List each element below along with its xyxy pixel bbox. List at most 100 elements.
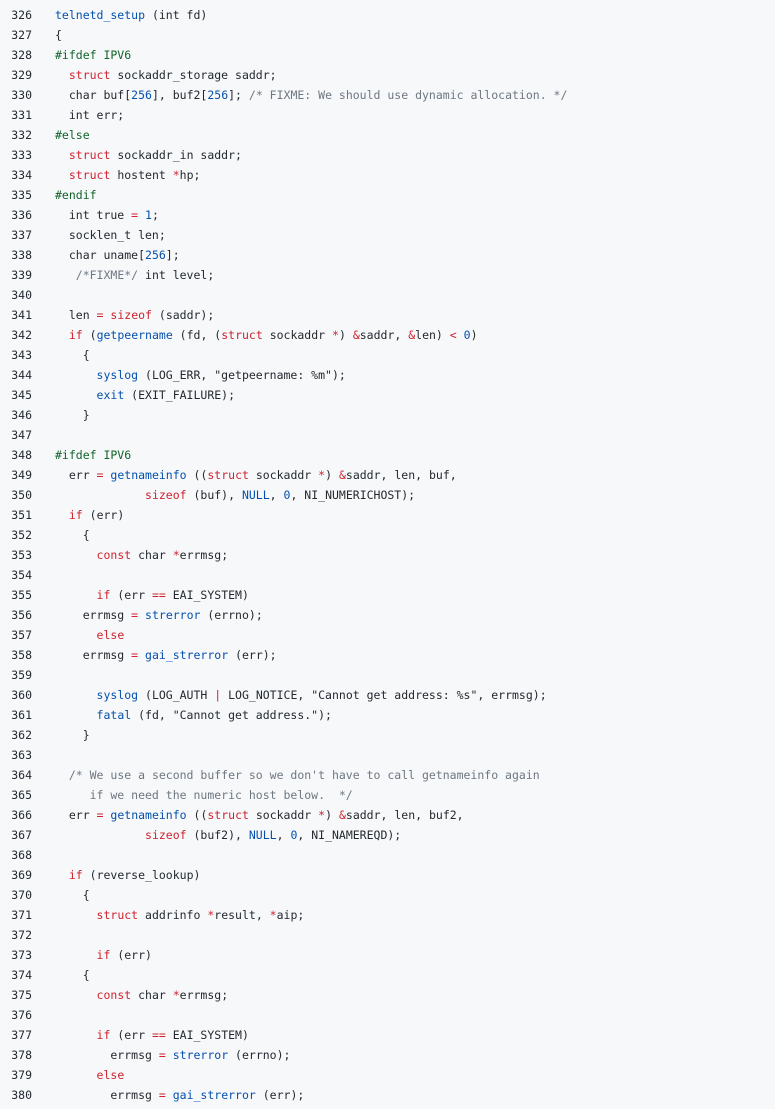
code-line: 373 if (err) — [0, 945, 775, 965]
line-number: 367 — [11, 828, 32, 842]
code-line: 345 exit (EXIT_FAILURE); — [0, 385, 775, 405]
line-number: 377 — [11, 1028, 32, 1042]
line-number: 338 — [11, 248, 32, 262]
code-token: syslog — [96, 688, 139, 702]
code-token: 0 — [463, 328, 471, 342]
code-line: 336 int true = 1; — [0, 205, 775, 225]
line-number: 371 — [11, 908, 32, 922]
code-token: , — [269, 488, 284, 502]
code-token: gai_strerror — [172, 1088, 256, 1102]
code-token: socklen_t len; — [55, 228, 166, 242]
line-number: 335 — [11, 188, 32, 202]
line-number: 353 — [11, 548, 32, 562]
code-token: * — [332, 328, 339, 342]
code-line: 370 { — [0, 885, 775, 905]
line-number: 358 — [11, 648, 32, 662]
line-source: errmsg = strerror (errno); — [32, 605, 263, 625]
code-token: 1 — [145, 208, 152, 222]
code-line: 340 — [0, 285, 775, 305]
code-line: 327 { — [0, 25, 775, 45]
code-token: (reverse_lookup) — [82, 868, 201, 882]
line-number: 369 — [11, 868, 32, 882]
code-line: 328 #ifdef IPV6 — [0, 45, 775, 65]
code-token: getpeername — [96, 328, 173, 342]
line-source: struct sockaddr_in saddr; — [32, 145, 242, 165]
line-source: errmsg = gai_strerror (err); — [32, 1085, 304, 1105]
code-line: 356 errmsg = strerror (errno); — [0, 605, 775, 625]
line-source — [32, 425, 55, 445]
code-token: EAI_SYSTEM) — [165, 588, 249, 602]
code-token: else — [96, 628, 125, 642]
line-source — [32, 845, 55, 865]
code-line: 374 { — [0, 965, 775, 985]
code-line: 330 char buf[256], buf2[256]; /* FIXME: … — [0, 85, 775, 105]
code-line: 342 if (getpeername (fd, (struct sockadd… — [0, 325, 775, 345]
line-number: 349 — [11, 468, 32, 482]
line-number: 332 — [11, 128, 32, 142]
code-token: == — [151, 588, 166, 602]
code-token: err — [55, 808, 97, 822]
code-token: & — [352, 328, 360, 342]
line-source: int true = 1; — [32, 205, 159, 225]
code-line: 366 err = getnameinfo ((struct sockaddr … — [0, 805, 775, 825]
line-number: 351 — [11, 508, 32, 522]
line-source: syslog (LOG_AUTH | LOG_NOTICE, "Cannot g… — [32, 685, 547, 705]
code-token: char — [131, 548, 173, 562]
code-token: (errno); — [200, 608, 263, 622]
code-token: (fd, ( — [172, 328, 222, 342]
line-number: 333 — [11, 148, 32, 162]
code-token: #ifdef IPV6 — [55, 448, 132, 462]
code-token: (( — [186, 808, 208, 822]
code-token: = — [158, 1048, 166, 1062]
line-number: 355 — [11, 588, 32, 602]
code-token: } — [55, 408, 90, 422]
line-source: else — [32, 1065, 125, 1085]
line-source: telnetd_setup (int fd) — [32, 5, 207, 25]
code-line: 331 int err; — [0, 105, 775, 125]
code-line: 357 else — [0, 625, 775, 645]
code-line: 361 fatal (fd, "Cannot get address."); — [0, 705, 775, 725]
code-token: ; — [151, 208, 159, 222]
line-number: 362 — [11, 728, 32, 742]
code-token: * — [172, 548, 180, 562]
code-token: (LOG_ERR, "getpeername: %m"); — [138, 368, 346, 382]
line-source: } — [32, 725, 90, 745]
code-token: telnetd_setup — [55, 8, 146, 22]
line-source: { — [32, 965, 90, 985]
code-token: struct — [68, 68, 111, 82]
code-token: (err) — [82, 508, 125, 522]
code-token: < — [449, 328, 457, 342]
line-source: } — [32, 405, 90, 425]
line-source — [32, 285, 55, 305]
code-token: * — [172, 168, 180, 182]
code-line: 339 /*FIXME*/ int level; — [0, 265, 775, 285]
line-source: sizeof (buf), NULL, 0, NI_NUMERICHOST); — [32, 485, 415, 505]
code-token: & — [338, 468, 346, 482]
line-source — [32, 565, 55, 585]
code-token: { — [55, 888, 90, 902]
line-number: 370 — [11, 888, 32, 902]
code-token: (errno); — [228, 1048, 291, 1062]
code-token: (buf), — [186, 488, 242, 502]
code-token: struct — [96, 908, 139, 922]
code-token: ]; — [228, 88, 249, 102]
code-token: len) — [415, 328, 450, 342]
line-source: errmsg = strerror (errno); — [32, 1045, 290, 1065]
code-token: sockaddr — [262, 328, 333, 342]
code-token: ) — [325, 468, 339, 482]
code-line: 341 len = sizeof (saddr); — [0, 305, 775, 325]
code-token: = — [158, 1088, 166, 1102]
line-source — [32, 1005, 55, 1025]
code-token: errmsg; — [179, 988, 229, 1002]
code-token: ) — [325, 808, 339, 822]
code-token: getnameinfo — [110, 468, 187, 482]
